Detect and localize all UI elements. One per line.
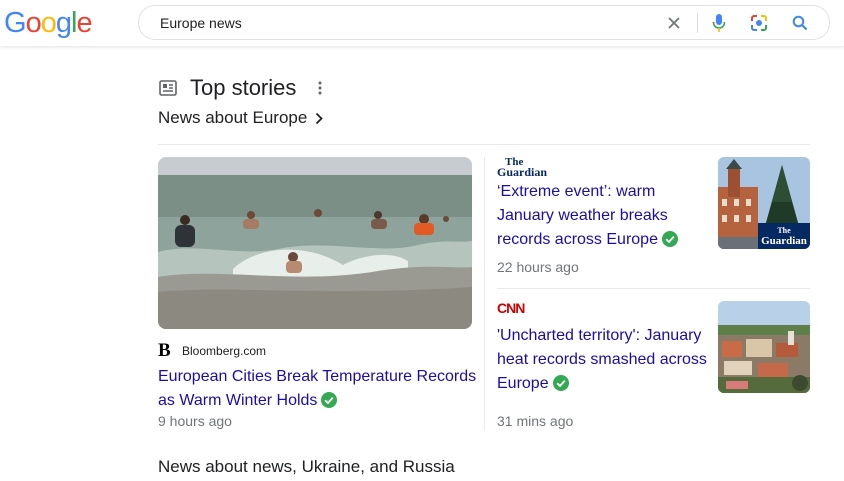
story-thumbnail-town[interactable] <box>718 301 810 393</box>
story-headline-link[interactable]: ‘Extreme event’: warm January weather br… <box>497 180 702 252</box>
search-icon[interactable] <box>789 12 811 34</box>
publisher-name: Bloomberg.com <box>182 344 267 358</box>
close-icon[interactable] <box>663 12 685 34</box>
search-header: Google Europe news <box>0 0 844 46</box>
divider <box>497 288 810 289</box>
story-headline-link[interactable]: 'Uncharted territory': January heat reco… <box>497 324 709 396</box>
top-stories-title: Top stories <box>190 75 297 100</box>
cnn-logo: CNN <box>497 300 525 316</box>
story-time: 22 hours ago <box>497 259 579 275</box>
subheading-text: News about Europe <box>158 108 308 127</box>
google-logo[interactable]: Google <box>4 6 93 40</box>
headline-text: 'Uncharted territory': January heat reco… <box>497 327 707 392</box>
verified-check-icon <box>661 231 678 247</box>
more-options-icon[interactable] <box>316 80 324 101</box>
divider <box>158 144 810 145</box>
story-time: 31 mins ago <box>497 413 574 429</box>
headline-text: ‘Extreme event’: warm January weather br… <box>497 183 668 248</box>
story-time: 9 hours ago <box>158 413 232 429</box>
guardian-logo: The Guardian <box>497 157 548 179</box>
story-headline-link[interactable]: European Cities Break Temperature Record… <box>158 365 478 413</box>
guardian-logo-name: Guardian <box>497 165 548 179</box>
story-image-swimmers[interactable] <box>158 157 472 329</box>
headline-text: European Cities Break Temperature Record… <box>158 368 477 409</box>
publisher-row: B Bloomberg.com <box>158 340 266 362</box>
verified-check-icon <box>552 375 569 391</box>
thumbnail-guardian-name: Guardian <box>761 235 807 247</box>
chevron-right-icon <box>316 112 324 124</box>
bloomberg-logo: B <box>158 340 171 361</box>
divider <box>697 13 698 33</box>
lens-camera-icon[interactable] <box>748 12 770 34</box>
thumbnail-guardian-the: The <box>777 226 791 235</box>
search-box[interactable]: Europe news <box>138 5 830 40</box>
divider <box>484 157 485 431</box>
newspaper-icon <box>159 80 177 101</box>
search-input[interactable]: Europe news <box>160 15 242 31</box>
news-about-europe-link[interactable]: News about Europe <box>158 108 324 128</box>
microphone-icon[interactable] <box>708 12 730 34</box>
verified-check-icon <box>321 392 338 408</box>
section-heading[interactable]: News about news, Ukraine, and Russia <box>158 457 455 477</box>
story-thumbnail-castle[interactable]: The Guardian <box>718 157 810 249</box>
